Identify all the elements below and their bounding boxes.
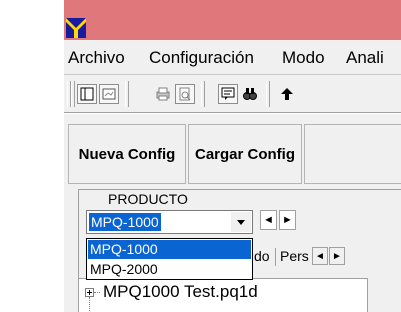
app-window: Archivo Configuración Modo Anali Nueva C… xyxy=(64,0,401,312)
print-icon xyxy=(156,87,170,101)
tab-scroll-right[interactable]: ► xyxy=(329,247,345,265)
dropdown-option-mpq1000[interactable]: MPQ-1000 xyxy=(88,240,251,259)
app-logo-icon xyxy=(66,18,86,38)
next-config-button[interactable] xyxy=(304,124,401,184)
select-arrow-button[interactable] xyxy=(231,212,251,232)
menu-modo[interactable]: Modo xyxy=(282,48,325,68)
print-preview-icon xyxy=(179,87,191,101)
preview-button[interactable] xyxy=(99,84,119,104)
comment-icon xyxy=(221,87,235,100)
next-product-button[interactable]: ► xyxy=(279,210,296,230)
producto-dropdown-list: MPQ-1000 MPQ-2000 xyxy=(86,238,253,280)
nueva-config-button[interactable]: Nueva Config xyxy=(68,124,186,184)
tab-scroll-left[interactable]: ◄ xyxy=(312,247,328,265)
cargar-config-button[interactable]: Cargar Config xyxy=(188,124,302,184)
toolbar xyxy=(64,74,401,113)
tree-view: MPQ1000 Test.pq1d xyxy=(78,278,368,312)
tree-connector-vertical xyxy=(89,297,90,312)
toolbar-divider xyxy=(64,112,401,114)
comment-button[interactable] xyxy=(218,84,238,104)
menu-configuracion[interactable]: Configuración xyxy=(149,48,254,68)
tab-pers[interactable]: Pers xyxy=(280,244,309,268)
expand-icon[interactable] xyxy=(85,288,94,297)
tab-resultado[interactable]: do xyxy=(254,244,270,268)
find-icon xyxy=(243,88,257,100)
menu-analisis[interactable]: Anali xyxy=(346,48,384,68)
menu-archivo[interactable]: Archivo xyxy=(68,48,125,68)
toolbar-separator-3 xyxy=(266,81,270,107)
preview-icon xyxy=(102,88,116,100)
find-button[interactable] xyxy=(240,84,260,104)
up-arrow-icon xyxy=(281,88,293,100)
tab-divider xyxy=(275,248,276,266)
producto-select-value: MPQ-1000 xyxy=(89,213,161,231)
up-button[interactable] xyxy=(277,84,297,104)
prev-product-button[interactable]: ◄ xyxy=(260,210,277,230)
view-icon xyxy=(80,87,94,101)
dropdown-option-mpq2000[interactable]: MPQ-2000 xyxy=(88,260,251,279)
chevron-down-icon xyxy=(237,220,245,225)
toolbar-separator-1 xyxy=(125,81,129,107)
toolbar-grip-2 xyxy=(71,81,75,107)
tree-connector xyxy=(94,292,100,293)
print-preview-button[interactable] xyxy=(175,84,195,104)
producto-select[interactable]: MPQ-1000 xyxy=(86,210,253,234)
title-bar xyxy=(64,0,401,40)
producto-label: PRODUCTO xyxy=(108,191,188,207)
print-button[interactable] xyxy=(153,84,173,104)
tree-item-label[interactable]: MPQ1000 Test.pq1d xyxy=(103,282,258,302)
menu-bar: Archivo Configuración Modo Anali xyxy=(64,40,401,74)
view-button[interactable] xyxy=(77,84,97,104)
toolbar-separator-2 xyxy=(201,81,205,107)
